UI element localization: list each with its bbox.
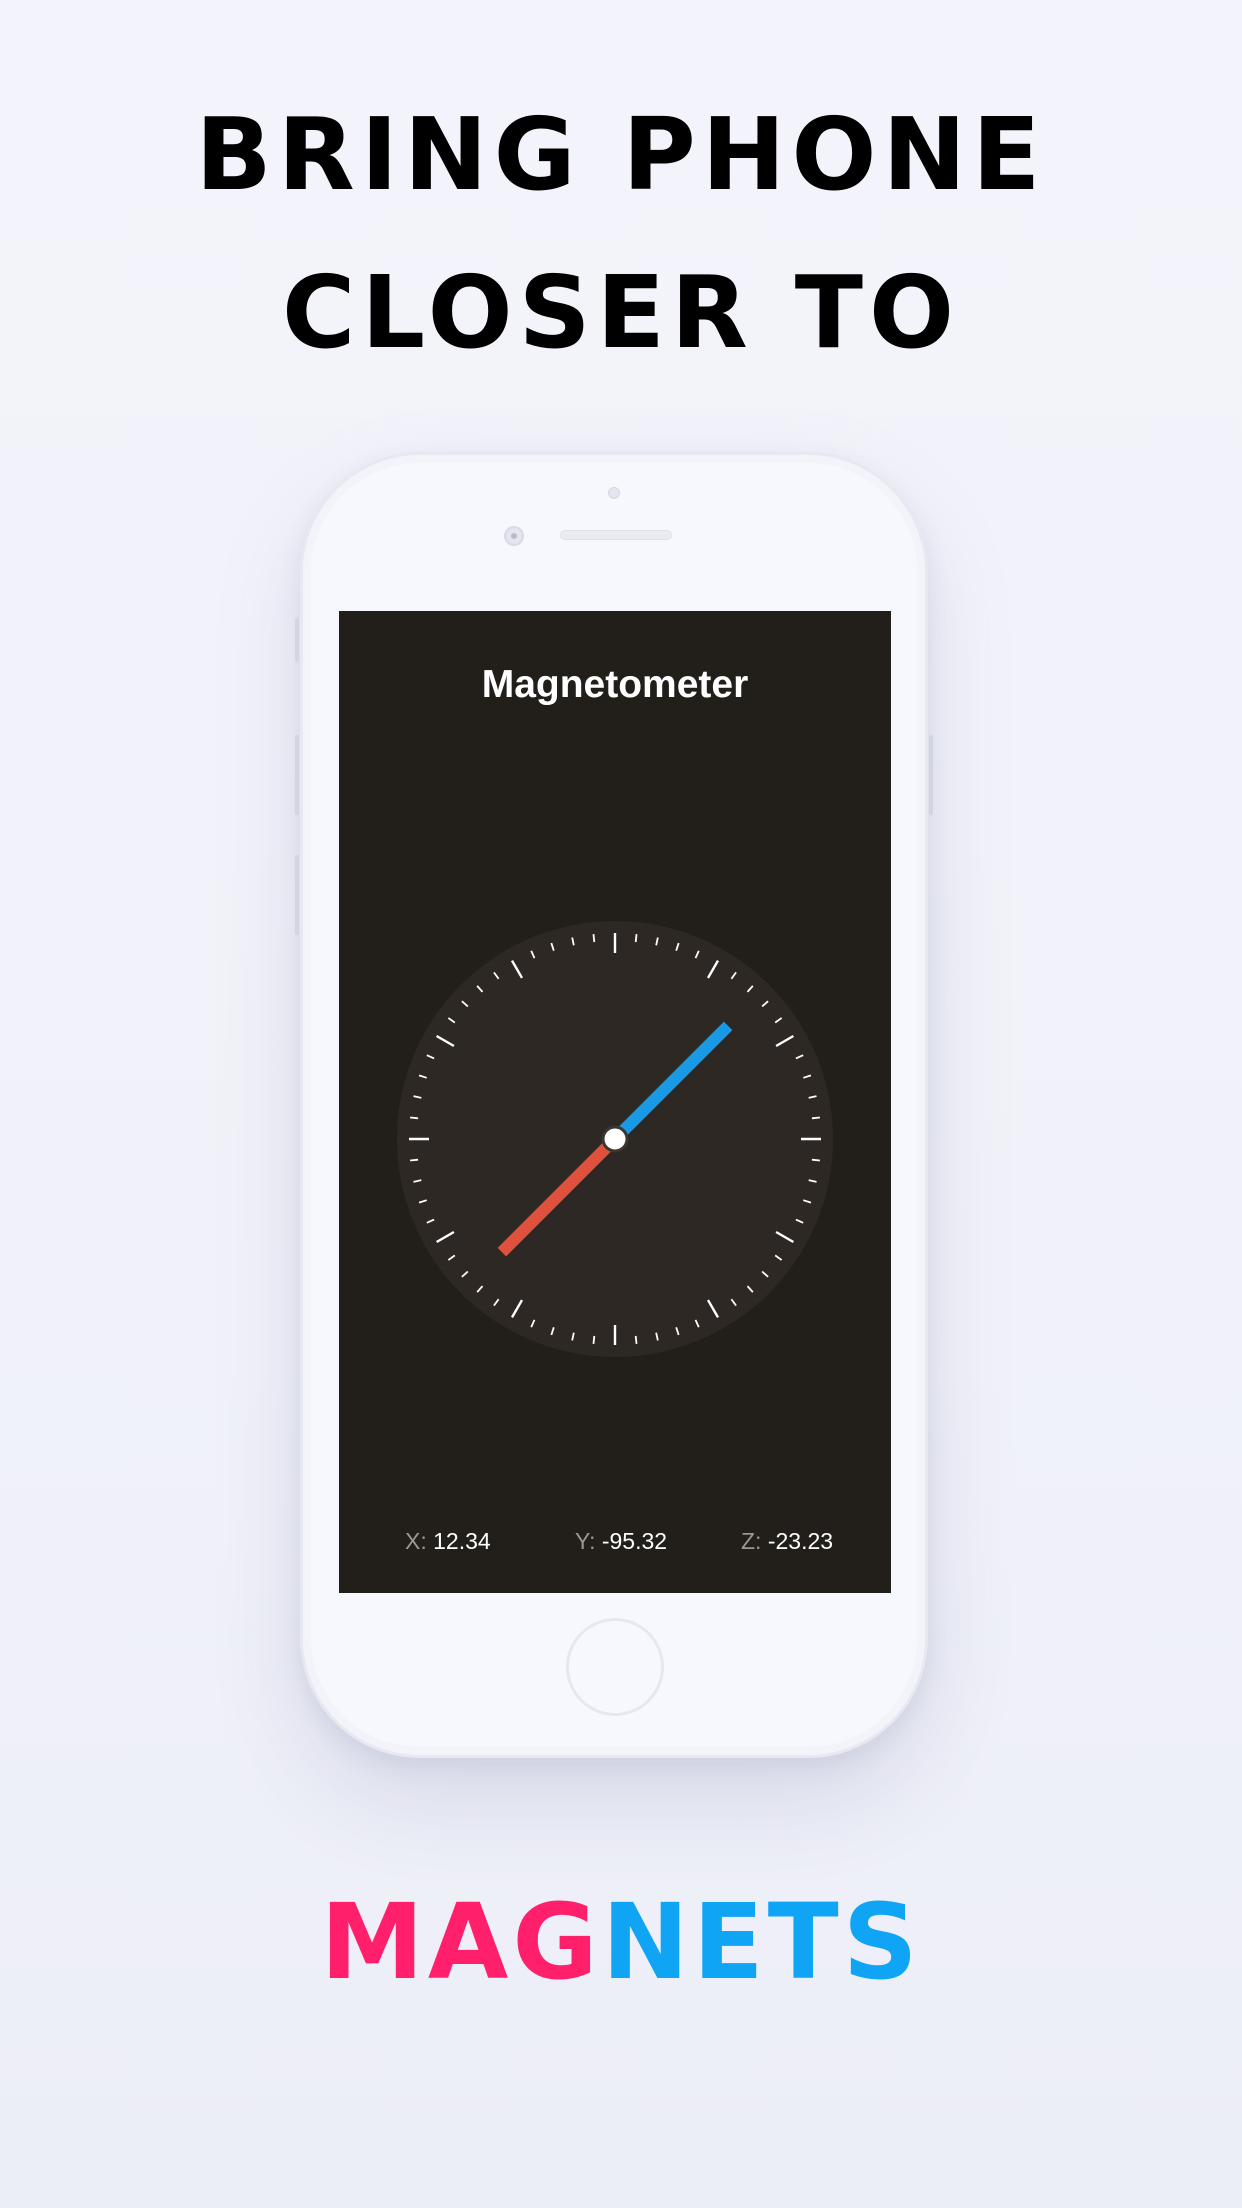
sensor-icon [608,487,620,499]
readout-y: Y: -95.32 [575,1528,667,1555]
magnetometer-readouts: X: 12.34 Y: -95.32 Z: -23.23 [339,1528,891,1558]
magnets-part-2: NETS [601,1881,922,2003]
magnets-word: MAGNETS [0,1890,1242,1994]
readout-x: X: 12.34 [405,1528,491,1555]
readout-x-value: 12.34 [433,1528,491,1554]
needle-pivot [601,1125,629,1153]
app-screen: Magnetometer X: 12.34 Y: -95.32 Z: -23.2… [339,611,891,1593]
app-title: Magnetometer [481,663,749,706]
speaker-icon [560,530,672,540]
dial-minor-tick [410,1116,419,1120]
readout-z-value: -23.23 [767,1528,834,1554]
dial-minor-tick [410,1158,419,1162]
home-button-icon[interactable] [566,1618,664,1716]
headline-line-2: CLOSER TO [282,254,960,371]
dial-minor-tick [811,1116,820,1120]
dial-minor-tick [634,934,638,943]
volume-up-button [295,735,299,815]
front-camera-icon [504,526,524,546]
readout-x-label: X: [405,1528,427,1554]
dial-minor-tick [592,934,596,943]
readout-y-value: -95.32 [601,1528,668,1554]
dial-minor-tick [634,1335,638,1344]
mute-switch [295,618,299,662]
magnets-part-1: MAG [320,1881,602,2003]
volume-down-button [295,855,299,935]
compass-dial [397,921,833,1357]
dial-minor-tick [811,1158,820,1162]
readout-y-label: Y: [575,1528,596,1554]
headline-line-1: BRING PHONE [195,96,1047,213]
readout-z: Z: -23.23 [741,1528,833,1555]
readout-z-label: Z: [741,1528,762,1554]
power-button [929,735,933,815]
dial-minor-tick [592,1335,596,1344]
